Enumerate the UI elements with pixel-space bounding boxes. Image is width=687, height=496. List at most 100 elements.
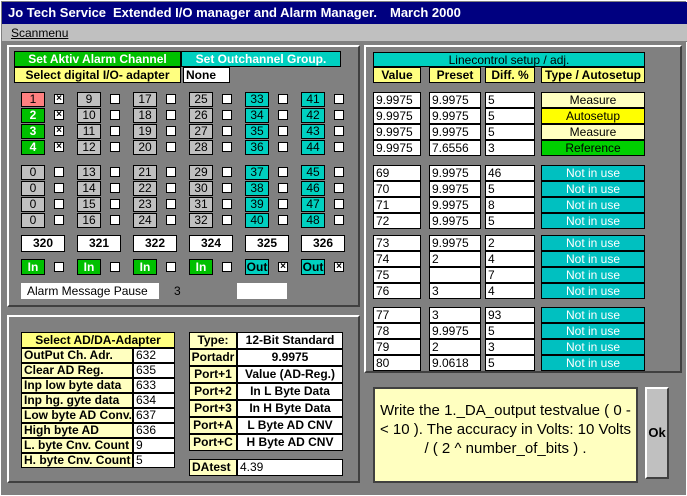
port-address[interactable]: 320 xyxy=(21,235,65,252)
channel-checkbox[interactable] xyxy=(278,167,288,177)
line-value-field[interactable]: 80 xyxy=(373,355,421,371)
line-preset-field[interactable]: 7.6556 xyxy=(429,140,481,156)
line-diff-field[interactable]: 5 xyxy=(485,355,535,371)
channel-cell[interactable]: 46 xyxy=(301,181,325,196)
channel-cell[interactable]: 37 xyxy=(245,165,269,180)
channel-checkbox[interactable] xyxy=(278,183,288,193)
channel-checkbox[interactable] xyxy=(334,94,344,104)
line-diff-field[interactable]: 5 xyxy=(485,181,535,197)
line-diff-field[interactable]: 2 xyxy=(485,235,535,251)
channel-cell[interactable]: 39 xyxy=(245,197,269,212)
channel-checkbox[interactable] xyxy=(334,142,344,152)
channel-checkbox[interactable] xyxy=(222,215,232,225)
channel-checkbox[interactable] xyxy=(222,94,232,104)
alarm-pause-field[interactable] xyxy=(237,283,287,299)
channel-cell[interactable]: 0 xyxy=(21,213,45,228)
channel-cell[interactable]: 26 xyxy=(189,108,213,123)
channel-cell[interactable]: 29 xyxy=(189,165,213,180)
channel-cell[interactable]: 4 xyxy=(21,140,45,155)
port-checkbox[interactable] xyxy=(54,262,64,272)
line-value-field[interactable]: 9.9975 xyxy=(373,108,421,124)
line-value-field[interactable]: 78 xyxy=(373,323,421,339)
line-diff-field[interactable]: 5 xyxy=(485,124,535,140)
channel-checkbox[interactable] xyxy=(166,94,176,104)
channel-cell[interactable]: 25 xyxy=(189,92,213,107)
line-value-field[interactable]: 76 xyxy=(373,283,421,299)
port-mode-button[interactable]: In xyxy=(21,259,45,275)
line-value-field[interactable]: 70 xyxy=(373,181,421,197)
channel-checkbox[interactable] xyxy=(278,142,288,152)
line-type-button[interactable]: Measure xyxy=(541,92,645,108)
port-mode-button[interactable]: Out xyxy=(301,259,325,275)
channel-checkbox[interactable] xyxy=(110,142,120,152)
line-value-field[interactable]: 79 xyxy=(373,339,421,355)
channel-cell[interactable]: 28 xyxy=(189,140,213,155)
line-value-field[interactable]: 9.9975 xyxy=(373,124,421,140)
channel-checkbox[interactable] xyxy=(334,215,344,225)
line-type-button[interactable]: Not in use xyxy=(541,251,645,267)
line-preset-field[interactable]: 9.9975 xyxy=(429,197,481,213)
channel-checkbox[interactable] xyxy=(166,167,176,177)
channel-checkbox[interactable] xyxy=(166,110,176,120)
channel-cell[interactable]: 16 xyxy=(77,213,101,228)
line-preset-field[interactable]: 9.9975 xyxy=(429,124,481,140)
channel-checkbox[interactable] xyxy=(54,183,64,193)
channel-cell[interactable]: 3 xyxy=(21,124,45,139)
adda-row-value[interactable]: 5 xyxy=(133,453,175,468)
channel-checkbox[interactable] xyxy=(54,167,64,177)
channel-checkbox[interactable]: × xyxy=(54,142,64,152)
channel-checkbox[interactable] xyxy=(334,183,344,193)
channel-checkbox[interactable] xyxy=(278,126,288,136)
line-value-field[interactable]: 72 xyxy=(373,213,421,229)
channel-cell[interactable]: 33 xyxy=(245,92,269,107)
channel-checkbox[interactable] xyxy=(110,215,120,225)
adda-row-value[interactable]: 636 xyxy=(133,423,175,438)
line-type-button[interactable]: Not in use xyxy=(541,339,645,355)
port-checkbox[interactable]: × xyxy=(334,262,344,272)
line-diff-field[interactable]: 3 xyxy=(485,339,535,355)
line-diff-field[interactable]: 7 xyxy=(485,267,535,283)
channel-cell[interactable]: 22 xyxy=(133,181,157,196)
channel-cell[interactable]: 27 xyxy=(189,124,213,139)
channel-cell[interactable]: 18 xyxy=(133,108,157,123)
channel-cell[interactable]: 13 xyxy=(77,165,101,180)
port-address[interactable]: 321 xyxy=(77,235,121,252)
channel-cell[interactable]: 36 xyxy=(245,140,269,155)
channel-checkbox[interactable] xyxy=(334,199,344,209)
line-preset-field[interactable]: 9.0618 xyxy=(429,355,481,371)
channel-cell[interactable]: 21 xyxy=(133,165,157,180)
line-type-button[interactable]: Not in use xyxy=(541,165,645,181)
channel-checkbox[interactable] xyxy=(166,142,176,152)
line-diff-field[interactable]: 4 xyxy=(485,283,535,299)
select-digital-adapter-button[interactable]: Select digital I/O- adapter xyxy=(14,67,181,83)
channel-cell[interactable]: 40 xyxy=(245,213,269,228)
line-preset-field[interactable]: 9.9975 xyxy=(429,165,481,181)
port-mode-button[interactable]: In xyxy=(77,259,101,275)
channel-cell[interactable]: 14 xyxy=(77,181,101,196)
ok-button[interactable]: Ok xyxy=(645,387,669,479)
channel-cell[interactable]: 23 xyxy=(133,197,157,212)
select-adda-adapter-button[interactable]: Select AD/DA-Adapter xyxy=(21,332,175,348)
line-diff-field[interactable]: 5 xyxy=(485,92,535,108)
channel-cell[interactable]: 35 xyxy=(245,124,269,139)
channel-checkbox[interactable] xyxy=(166,126,176,136)
channel-cell[interactable]: 12 xyxy=(77,140,101,155)
channel-checkbox[interactable] xyxy=(54,215,64,225)
channel-cell[interactable]: 1 xyxy=(21,92,45,107)
line-preset-field[interactable]: 2 xyxy=(429,339,481,355)
channel-checkbox[interactable] xyxy=(334,126,344,136)
line-type-button[interactable]: Not in use xyxy=(541,235,645,251)
line-value-field[interactable]: 71 xyxy=(373,197,421,213)
line-type-button[interactable]: Not in use xyxy=(541,181,645,197)
channel-checkbox[interactable] xyxy=(110,94,120,104)
channel-cell[interactable]: 42 xyxy=(301,108,325,123)
channel-cell[interactable]: 31 xyxy=(189,197,213,212)
channel-cell[interactable]: 41 xyxy=(301,92,325,107)
line-preset-field[interactable]: 3 xyxy=(429,307,481,323)
port-checkbox[interactable] xyxy=(222,262,232,272)
channel-checkbox[interactable] xyxy=(222,142,232,152)
channel-cell[interactable]: 30 xyxy=(189,181,213,196)
line-value-field[interactable]: 69 xyxy=(373,165,421,181)
port-address[interactable]: 322 xyxy=(133,235,177,252)
channel-checkbox[interactable] xyxy=(278,94,288,104)
